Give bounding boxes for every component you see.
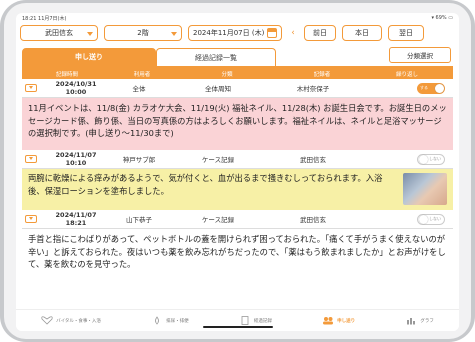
repeat-toggle-label: しない	[429, 156, 441, 161]
status-bar: 18:21 11月7日(木) ▾ 69% ▭	[16, 13, 459, 23]
repeat-toggle-label: する	[420, 85, 428, 90]
top-toolbar: 武田信玄 2階 2024年11月07日 (木) ‹ 前日 本日 翌日	[16, 23, 459, 41]
document-icon	[241, 316, 249, 325]
entry-datetime: 2024/11/07 10:10	[55, 151, 97, 167]
staff-name: 武田信玄	[45, 29, 73, 37]
status-time-date: 18:21 11月7日(木)	[22, 16, 67, 22]
entry-text: 手首と指にこわばりがあって、ペットボトルの蓋を開けられず困っておられた。「痛くて…	[22, 229, 453, 289]
table-header: 記録時間 利用者 分類 記録者 繰り返し	[22, 68, 453, 79]
skin-photo-thumbnail[interactable]	[403, 173, 447, 205]
col-category: 分類	[221, 71, 233, 78]
prev-day-label: 前日	[313, 29, 327, 37]
today-label: 本日	[355, 29, 369, 37]
list-item-header[interactable]: 2024/11/07 10:10 神戸サブ郎 ケース記録 武田信玄 しない	[22, 150, 453, 169]
col-user: 利用者	[133, 71, 151, 78]
repeat-toggle[interactable]: しない	[417, 213, 445, 225]
nav-excretion-label: 排尿・排便	[166, 318, 189, 324]
handover-list: 2024/10/31 10:00 全体 全体周知 木村奈保子 する 11月イベント…	[22, 79, 453, 289]
entry-text: 11月イベントは、11/8(金) カラオケ大会、11/19(火) 福祉ネイル、1…	[22, 98, 453, 150]
next-day-label: 翌日	[399, 29, 413, 37]
nav-excretion[interactable]: 排尿・排便	[151, 316, 189, 325]
nav-graph-label: グラフ	[420, 318, 434, 324]
people-icon	[323, 317, 334, 325]
floor-select[interactable]: 2階	[104, 25, 182, 41]
col-repeat: 繰り返し	[395, 71, 418, 78]
battery-indicator: ▾ 69% ▭	[431, 15, 453, 21]
tab-passed-records-label: 経過記録一覧	[195, 53, 237, 62]
nav-passed-label: 経過記録	[253, 318, 272, 324]
staff-select[interactable]: 武田信玄	[20, 25, 98, 41]
bar-chart-icon	[407, 318, 416, 325]
drop-icon	[155, 316, 160, 325]
repeat-toggle-label: しない	[429, 216, 441, 221]
app-screen: 18:21 11月7日(木) ▾ 69% ▭ 武田信玄 2階 2024年11月0…	[16, 13, 459, 331]
tab-bar: 申し送り 経過記録一覧 分類選択	[16, 46, 459, 66]
next-day-button[interactable]: 翌日	[388, 25, 424, 41]
nav-graph[interactable]: グラフ	[405, 316, 434, 325]
col-datetime: 記録時間	[55, 71, 78, 78]
entry-recorder: 武田信玄	[300, 216, 326, 224]
home-indicator[interactable]	[202, 326, 273, 328]
floor-name: 2階	[137, 29, 149, 37]
calendar-icon	[267, 28, 277, 38]
list-item-header[interactable]: 2024/11/07 18:21 山下恭子 ケース記録 武田信玄 しない	[22, 210, 453, 229]
nav-passed-records[interactable]: 経過記録	[239, 316, 272, 325]
heartbeat-icon	[41, 316, 53, 325]
expand-chevron-icon[interactable]	[25, 155, 37, 163]
entry-category: ケース記録	[201, 216, 235, 224]
repeat-toggle[interactable]: しない	[417, 153, 445, 165]
repeat-toggle[interactable]: する	[417, 82, 445, 94]
nav-handover[interactable]: 申し送り	[322, 316, 355, 325]
entry-datetime: 2024/11/07 18:21	[55, 211, 97, 227]
toggle-knob	[419, 214, 428, 224]
entry-body: 両腕に乾燥による痒みがあるようで、気が付くと、血が出るまで掻きむしっておられます…	[22, 169, 453, 210]
nav-vital[interactable]: バイタル・食事・入浴	[41, 316, 101, 325]
entry-user: 神戸サブ郎	[122, 156, 156, 164]
toggle-knob	[419, 154, 428, 164]
expand-chevron-icon[interactable]	[25, 215, 37, 223]
col-recorder: 記録者	[313, 71, 331, 78]
date-picker[interactable]: 2024年11月07日 (木)	[188, 25, 282, 41]
prev-day-button[interactable]: 前日	[304, 25, 336, 41]
classify-select-button[interactable]: 分類選択	[389, 47, 451, 63]
toggle-knob	[435, 83, 444, 93]
today-button[interactable]: 本日	[342, 25, 382, 41]
entry-datetime: 2024/10/31 10:00	[55, 80, 97, 96]
tab-handover-label: 申し送り	[75, 53, 103, 61]
nav-vital-label: バイタル・食事・入浴	[56, 318, 101, 324]
entry-text: 両腕に乾燥による痒みがあるようで、気が付くと、血が出るまで掻きむしっておられます…	[28, 173, 383, 196]
entry-recorder: 武田信玄	[300, 156, 326, 164]
tab-passed-records[interactable]: 経過記録一覧	[156, 48, 276, 66]
date-text: 2024年11月07日 (木)	[193, 29, 265, 37]
classify-select-label: 分類選択	[407, 52, 433, 60]
list-item-header[interactable]: 2024/10/31 10:00 全体 全体周知 木村奈保子 する	[22, 79, 453, 98]
expand-chevron-icon[interactable]	[25, 84, 37, 92]
prev-arrow-icon[interactable]: ‹	[288, 25, 298, 41]
entry-recorder: 木村奈保子	[296, 85, 330, 93]
entry-category: ケース記録	[201, 156, 235, 164]
nav-handover-label: 申し送り	[337, 318, 356, 324]
entry-user: 全体	[132, 85, 146, 93]
entry-category: 全体周知	[205, 85, 231, 93]
entry-user: 山下恭子	[126, 216, 152, 224]
tab-handover[interactable]: 申し送り	[22, 48, 156, 66]
